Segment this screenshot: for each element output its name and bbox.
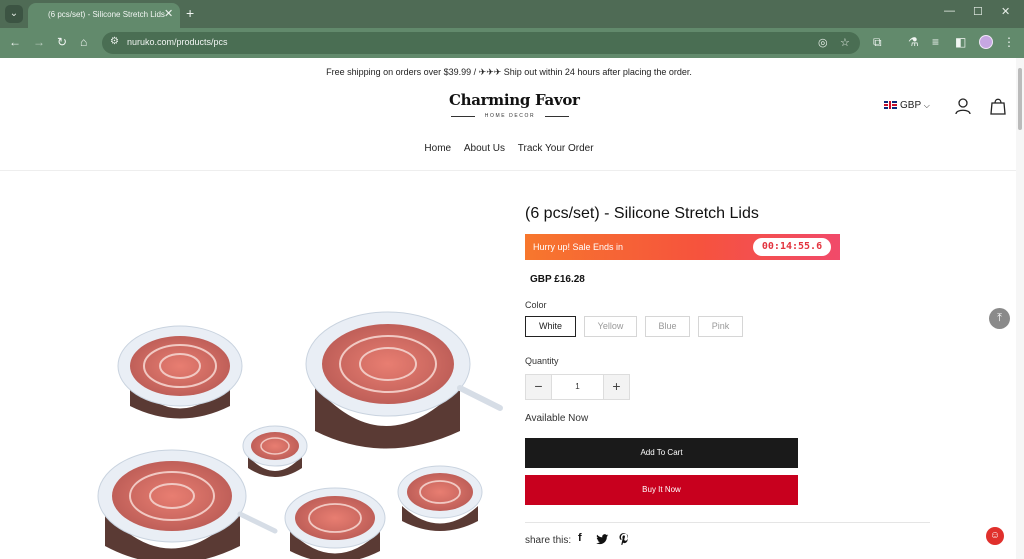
sale-text: Hurry up! Sale Ends in [533, 242, 624, 252]
browser-tab-strip: ⌄ (6 pcs/set) - Silicone Stretch Lids ✕ … [0, 0, 1024, 28]
address-bar[interactable]: ⚙ nuruko.com/products/pcs ◎ ☆ [102, 32, 860, 54]
forward-icon[interactable]: → [33, 35, 45, 49]
product-price: GBP £16.28 [530, 274, 585, 285]
minimize-icon[interactable]: — [944, 5, 955, 17]
nav-item-home[interactable]: Home [424, 143, 451, 154]
browser-tab[interactable]: (6 pcs/set) - Silicone Stretch Lids ✕ [28, 3, 180, 28]
product-image[interactable] [90, 256, 510, 559]
share-divider [525, 522, 930, 523]
cart-icon[interactable] [990, 97, 1006, 115]
url-text[interactable]: nuruko.com/products/pcs [127, 37, 228, 47]
buy-now-button[interactable]: Buy It Now [525, 475, 798, 505]
color-option-yellow[interactable]: Yellow [584, 316, 637, 337]
quantity-decrease-button[interactable]: − [526, 375, 552, 399]
star-icon[interactable]: ☆ [840, 36, 850, 49]
product-title: (6 pcs/set) - Silicone Stretch Lids [525, 205, 759, 222]
header-divider [0, 170, 1018, 171]
bowl-lid [242, 425, 308, 477]
twitter-icon[interactable] [596, 534, 609, 545]
bowl-lid [397, 465, 483, 531]
tab-search-icon[interactable]: ⌄ [5, 5, 23, 23]
site-info-icon[interactable]: ⚙ [110, 36, 119, 47]
color-label: Color [525, 300, 547, 310]
quantity-increase-button[interactable]: + [603, 375, 629, 399]
currency-label: GBP [900, 100, 921, 111]
profile-avatar[interactable] [979, 35, 993, 49]
flag-uk-icon [884, 101, 897, 109]
nav-item-track-order[interactable]: Track Your Order [518, 143, 594, 154]
tab-title: (6 pcs/set) - Silicone Stretch Lids [48, 10, 165, 19]
facebook-icon[interactable]: f [578, 532, 582, 544]
chevron-down-icon: ⌵ [923, 101, 930, 110]
home-icon[interactable]: ⌂ [80, 35, 87, 49]
close-icon[interactable]: ✕ [1001, 5, 1010, 18]
announcement-bar: Free shipping on orders over $39.99 / ✈✈… [326, 67, 692, 77]
availability-status: Available Now [525, 413, 589, 424]
back-icon[interactable]: ← [9, 35, 21, 49]
bowl-lid [284, 487, 386, 559]
store-logo[interactable]: Charming Favor [449, 91, 580, 109]
color-option-white[interactable]: White [525, 316, 576, 337]
web-page: Free shipping on orders over $39.99 / ✈✈… [0, 58, 1024, 559]
add-to-cart-button[interactable]: Add To Cart [525, 438, 798, 468]
labs-icon[interactable]: ⚗ [908, 35, 919, 49]
bowl-lid [117, 325, 243, 419]
maximize-icon[interactable]: ☐ [973, 5, 983, 18]
side-panel-icon[interactable]: ◧ [955, 35, 966, 49]
currency-selector[interactable]: GBP ⌵ [884, 100, 930, 111]
color-option-pink[interactable]: Pink [698, 316, 743, 337]
reload-icon[interactable]: ↻ [57, 35, 67, 49]
page-scrollbar[interactable] [1016, 58, 1024, 559]
pinterest-icon[interactable] [619, 533, 629, 545]
quantity-input[interactable]: 1 [552, 375, 603, 399]
quantity-label: Quantity [525, 356, 559, 366]
reading-list-icon[interactable]: ≡ [932, 35, 939, 49]
share-label: share this: [525, 535, 572, 546]
menu-icon[interactable]: ⋮ [1003, 35, 1015, 49]
tab-close-icon[interactable]: ✕ [164, 7, 173, 20]
main-navigation: Home About Us Track Your Order [0, 143, 1018, 154]
scrollbar-thumb[interactable] [1018, 68, 1022, 130]
nav-item-about-us[interactable]: About Us [464, 143, 505, 154]
browser-toolbar: ← → ↻ ⌂ ⚙ nuruko.com/products/pcs ◎ ☆ ⧉ … [0, 28, 1024, 58]
eye-off-icon[interactable]: ◎ [818, 36, 828, 49]
back-to-top-button[interactable]: ⤒ [989, 308, 1010, 329]
chat-widget-icon[interactable]: ☺ [986, 527, 1004, 545]
quantity-stepper: − 1 + [525, 374, 630, 400]
color-option-blue[interactable]: Blue [645, 316, 690, 337]
bowl-lid [305, 311, 503, 449]
new-tab-button[interactable]: + [186, 5, 194, 21]
logo-subtitle: HOME DECOR [484, 113, 536, 119]
sale-countdown-banner: Hurry up! Sale Ends in 00:14:55.6 [525, 234, 840, 260]
account-icon[interactable] [955, 97, 971, 115]
countdown-timer: 00:14:55.6 [753, 238, 831, 256]
extensions-icon[interactable]: ⧉ [873, 35, 882, 49]
